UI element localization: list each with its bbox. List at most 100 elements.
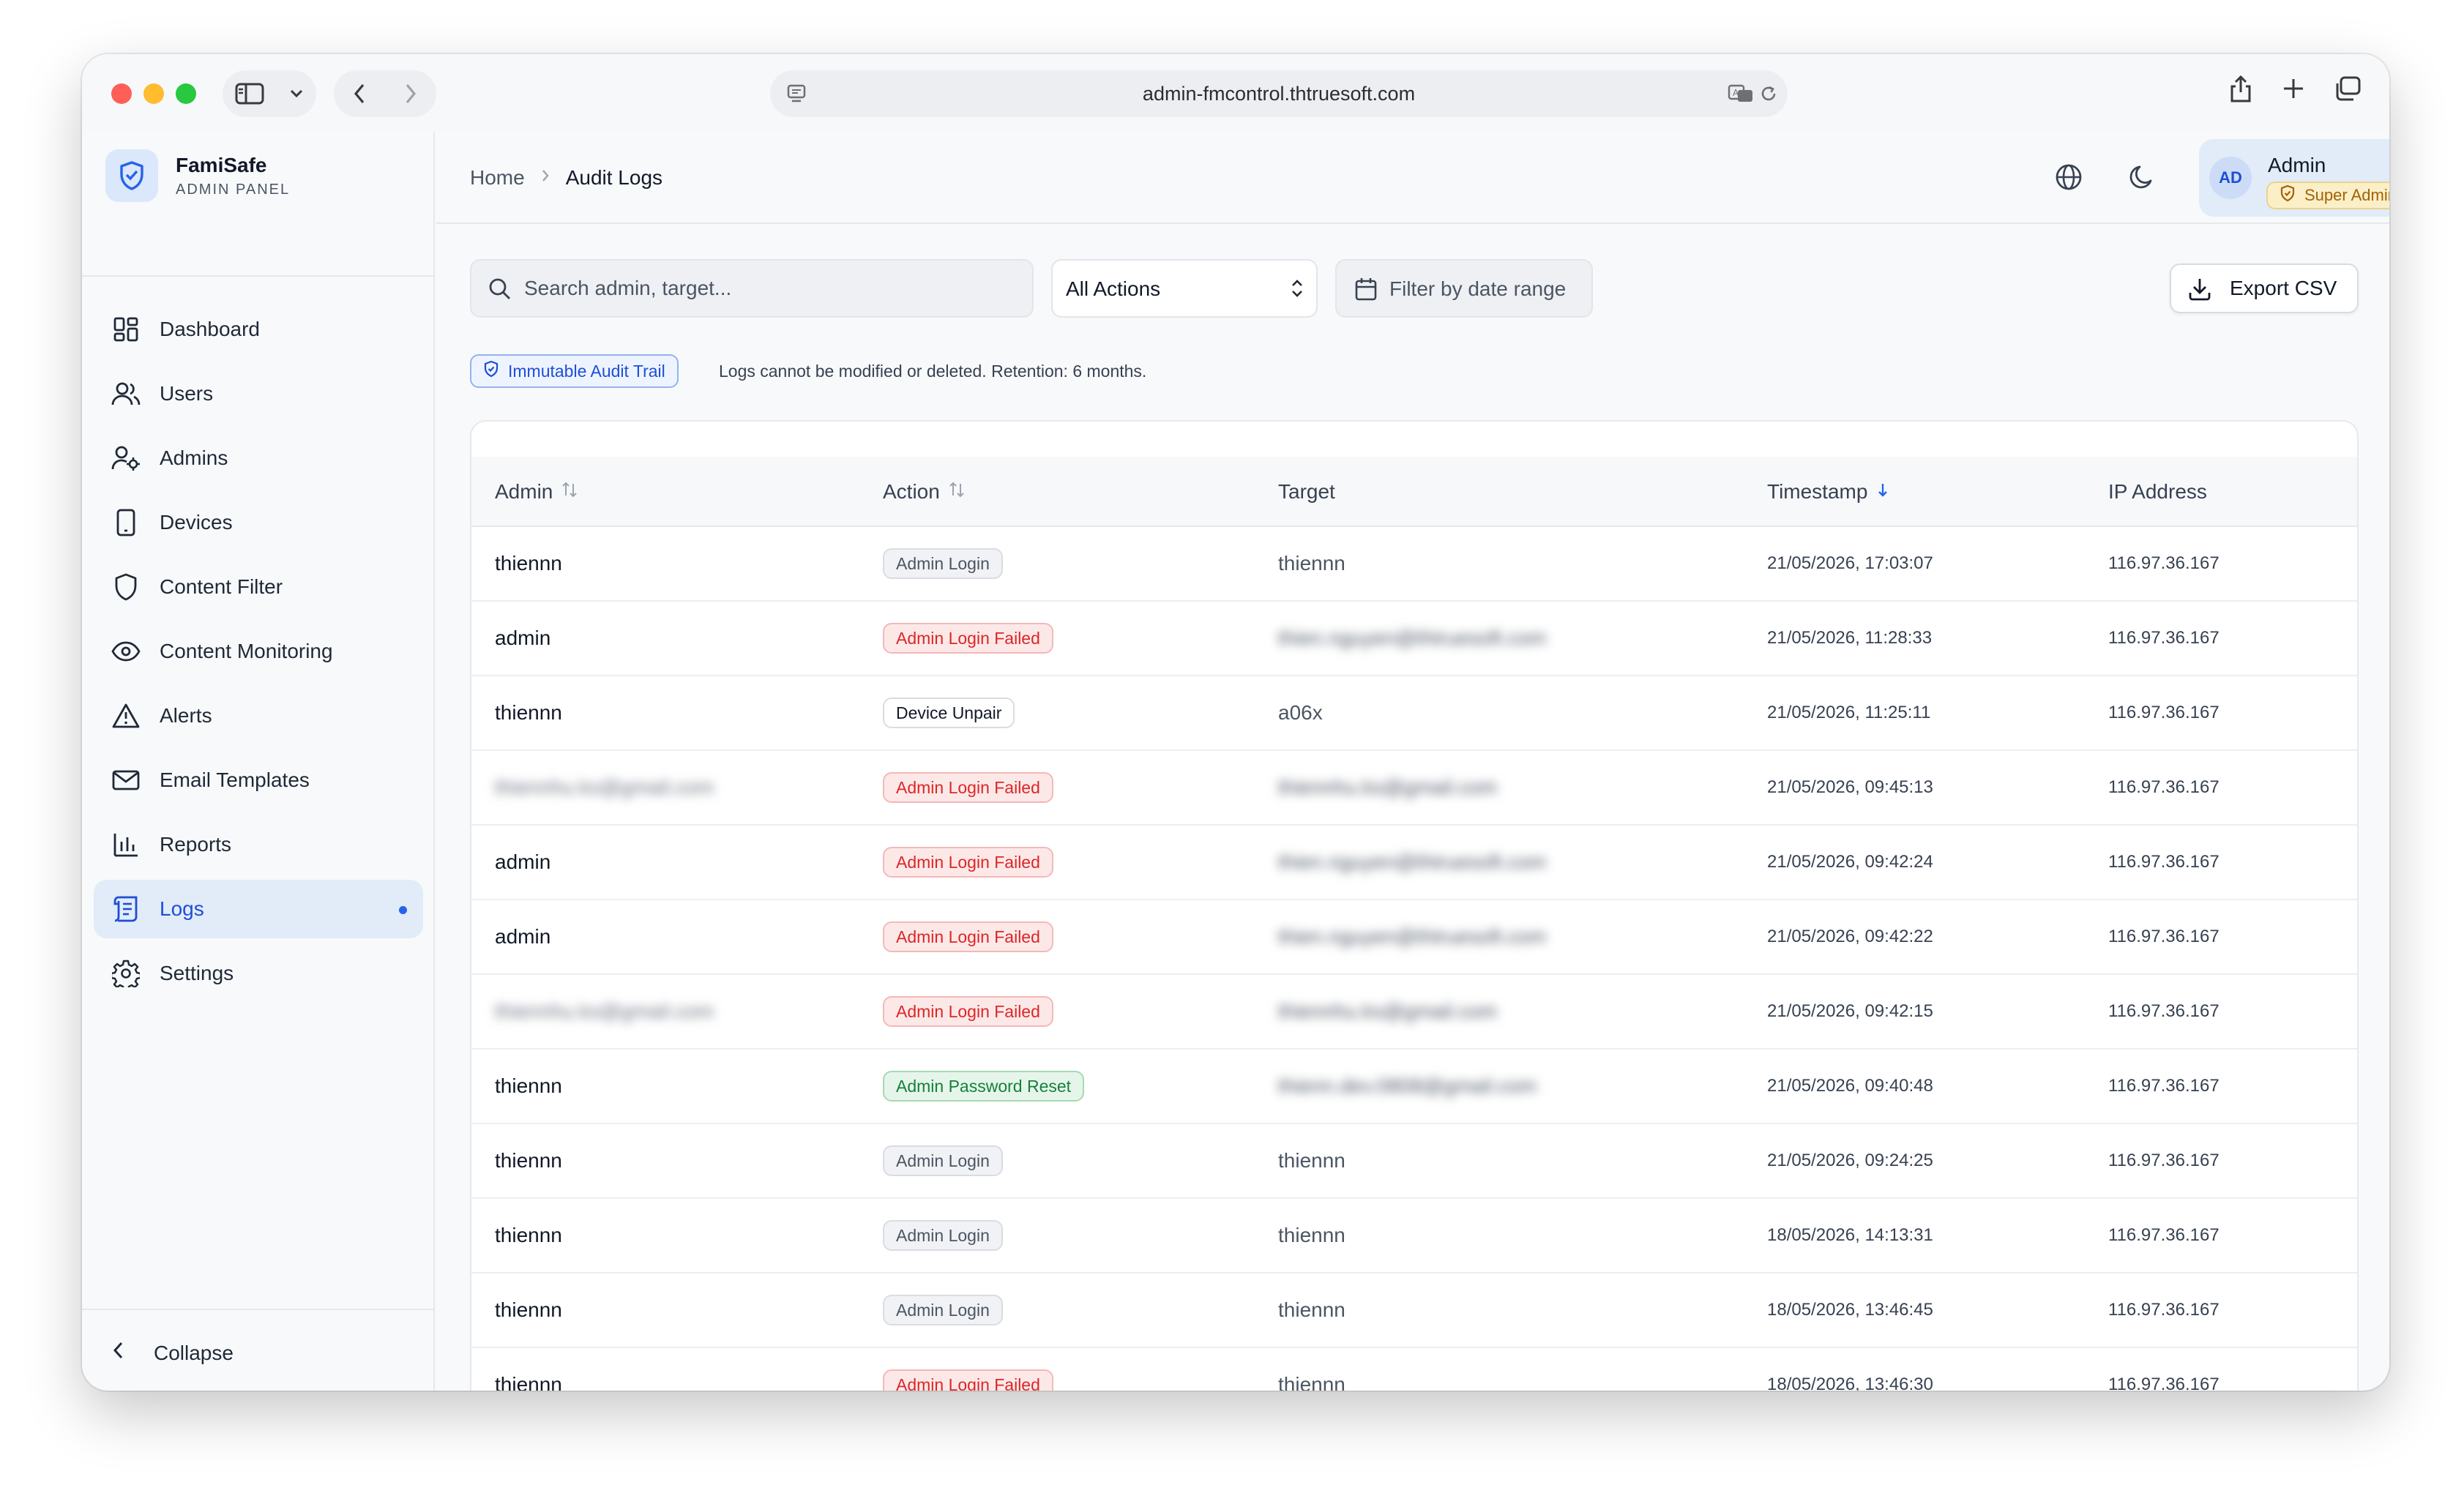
- zoom-window-button[interactable]: [176, 83, 196, 104]
- column-header-timestamp[interactable]: Timestamp: [1767, 457, 1889, 527]
- chevron-up-down-icon: [1288, 275, 1306, 305]
- audit-badge-text: Immutable Audit Trail: [508, 361, 665, 381]
- action-badge: Admin Login: [883, 548, 1003, 579]
- top-header: Home Audit Logs AD Admin Super Admin: [436, 132, 2389, 224]
- table-row[interactable]: thiennn Admin Login thiennn 21/05/2026, 17:…: [471, 527, 2357, 602]
- cell-timestamp: 21/05/2026, 09:42:15: [1767, 1001, 1933, 1021]
- column-header-action[interactable]: Action: [883, 457, 965, 527]
- moon-icon[interactable]: [2127, 162, 2157, 195]
- minimize-window-button[interactable]: [143, 83, 164, 104]
- table-row[interactable]: thiennn Admin Login thiennn 18/05/2026, 13:…: [471, 1274, 2357, 1348]
- back-arrow-icon[interactable]: [353, 83, 366, 105]
- chevron-down-icon[interactable]: [289, 89, 304, 99]
- cell-ip-address: 116.97.36.167: [2108, 1375, 2220, 1391]
- cell-target: thien.nguyen@thtruesoft.com: [1278, 627, 1547, 649]
- new-tab-plus-icon[interactable]: [2281, 76, 2306, 105]
- sidebar-item-dashboard[interactable]: Dashboard: [94, 300, 423, 359]
- avatar: AD: [2209, 157, 2252, 199]
- forward-arrow-icon[interactable]: [404, 83, 417, 105]
- desktop-background: admin-fmcontrol.thtruesoft.com A FamiSaf…: [0, 0, 2464, 1496]
- cell-admin: admin: [495, 850, 551, 873]
- sidebar-item-content-monitoring[interactable]: Content Monitoring: [94, 622, 423, 681]
- table-row[interactable]: admin Admin Login Failed thien.nguyen@thtr…: [471, 602, 2357, 676]
- date-range-filter[interactable]: Filter by date range: [1335, 259, 1593, 318]
- cell-timestamp: 21/05/2026, 09:42:22: [1767, 927, 1933, 946]
- sidebar: FamiSafe ADMIN PANEL Dashboard Users Adm…: [82, 132, 435, 1391]
- cell-target: thiennn: [1278, 1373, 1345, 1391]
- sidebar-item-devices[interactable]: Devices: [94, 493, 423, 552]
- browser-window: admin-fmcontrol.thtruesoft.com A FamiSaf…: [82, 54, 2389, 1391]
- table-row[interactable]: thiennhu.ks@gmail.com Admin Login Failed t…: [471, 975, 2357, 1050]
- immutable-audit-badge: Immutable Audit Trail: [470, 354, 679, 388]
- shield-check-icon: [2280, 184, 2296, 206]
- share-icon[interactable]: [2228, 73, 2253, 108]
- table-row[interactable]: thiennn Admin Login Failed thiennn 18/05/20…: [471, 1348, 2357, 1391]
- column-header-admin[interactable]: Admin: [495, 457, 578, 527]
- action-filter-value: All Actions: [1066, 277, 1161, 300]
- brand[interactable]: FamiSafe ADMIN PANEL: [105, 146, 290, 205]
- table-row[interactable]: admin Admin Login Failed thien.nguyen@thtr…: [471, 900, 2357, 975]
- export-csv-button[interactable]: Export CSV: [2170, 263, 2359, 313]
- admin-user-icon: [111, 444, 141, 473]
- collapse-button[interactable]: Collapse: [111, 1339, 234, 1366]
- sidebar-divider: [82, 275, 435, 277]
- cell-action: Admin Login Failed: [883, 826, 1053, 899]
- sidebar-toggle-icon[interactable]: [235, 82, 264, 105]
- sidebar-item-admins[interactable]: Admins: [94, 429, 423, 487]
- cell-ip-address: 116.97.36.167: [2108, 703, 2220, 722]
- tab-overview-icon[interactable]: [2334, 76, 2362, 106]
- sidebar-item-logs[interactable]: Logs: [94, 880, 423, 938]
- table-row[interactable]: thiennn Admin Login thiennn 21/05/2026, 09:…: [471, 1124, 2357, 1199]
- cell-action: Admin Login Failed: [883, 1348, 1053, 1391]
- search-input[interactable]: [524, 261, 1022, 316]
- table-row[interactable]: thiennn Admin Login thiennn 18/05/2026, 14:…: [471, 1199, 2357, 1274]
- translate-icon[interactable]: A: [1728, 83, 1755, 108]
- sidebar-item-label: Devices: [160, 511, 233, 534]
- breadcrumb-home-link[interactable]: Home: [470, 132, 525, 224]
- cell-target: thien.nguyen@thtruesoft.com: [1278, 925, 1547, 948]
- close-window-button[interactable]: [111, 83, 132, 104]
- cell-admin: thiennhu.ks@gmail.com: [495, 776, 714, 799]
- action-badge: Admin Login: [883, 1295, 1003, 1325]
- cell-action: Admin Password Reset: [883, 1050, 1085, 1123]
- cell-action: Admin Login: [883, 1199, 1003, 1272]
- sort-descending-icon: [1876, 457, 1889, 527]
- globe-icon[interactable]: [2054, 162, 2083, 195]
- action-badge: Admin Login Failed: [883, 921, 1053, 952]
- column-header-target: Target: [1278, 457, 1335, 527]
- sidebar-item-label: Admins: [160, 446, 228, 469]
- sidebar-item-reports[interactable]: Reports: [94, 815, 423, 874]
- sidebar-item-users[interactable]: Users: [94, 364, 423, 423]
- column-header-ip-address: IP Address: [2108, 457, 2207, 527]
- sidebar-item-email-templates[interactable]: Email Templates: [94, 751, 423, 809]
- sidebar-item-content-filter[interactable]: Content Filter: [94, 558, 423, 616]
- action-badge: Admin Login: [883, 1220, 1003, 1251]
- table-row[interactable]: thiennhu.ks@gmail.com Admin Login Failed t…: [471, 751, 2357, 826]
- cell-admin: thiennn: [495, 1149, 562, 1172]
- url-text[interactable]: admin-fmcontrol.thtruesoft.com: [770, 70, 1788, 117]
- user-menu[interactable]: AD Admin Super Admin: [2199, 139, 2389, 217]
- reload-icon[interactable]: [1758, 83, 1779, 108]
- sidebar-item-settings[interactable]: Settings: [94, 944, 423, 1003]
- chevron-left-icon: [111, 1339, 124, 1366]
- table-row[interactable]: thiennn Device Unpair a06x 21/05/2026, 11:2…: [471, 676, 2357, 751]
- table-row[interactable]: thiennn Admin Password Reset thienn.dev.08…: [471, 1050, 2357, 1124]
- cell-admin: thiennn: [495, 1074, 562, 1097]
- action-badge: Admin Login Failed: [883, 623, 1053, 654]
- cell-ip-address: 116.97.36.167: [2108, 1300, 2220, 1320]
- role-badge: Super Admin: [2266, 182, 2389, 209]
- cell-admin: admin: [495, 925, 551, 948]
- shield-check-icon: [105, 149, 158, 202]
- cell-admin: thiennn: [495, 1224, 562, 1246]
- cell-ip-address: 116.97.36.167: [2108, 852, 2220, 872]
- table-body: thiennn Admin Login thiennn 21/05/2026, 17:…: [471, 527, 2357, 1391]
- column-header-label: Timestamp: [1767, 480, 1868, 503]
- table-row[interactable]: admin Admin Login Failed thien.nguyen@thtr…: [471, 826, 2357, 900]
- action-badge: Admin Login Failed: [883, 996, 1053, 1027]
- sidebar-item-alerts[interactable]: Alerts: [94, 687, 423, 745]
- address-bar[interactable]: admin-fmcontrol.thtruesoft.com A: [770, 70, 1788, 117]
- action-badge: Admin Login Failed: [883, 1369, 1053, 1391]
- action-filter-select[interactable]: All Actions: [1051, 259, 1318, 318]
- cell-admin: thiennn: [495, 1373, 562, 1391]
- shield-check-icon: [483, 360, 499, 382]
